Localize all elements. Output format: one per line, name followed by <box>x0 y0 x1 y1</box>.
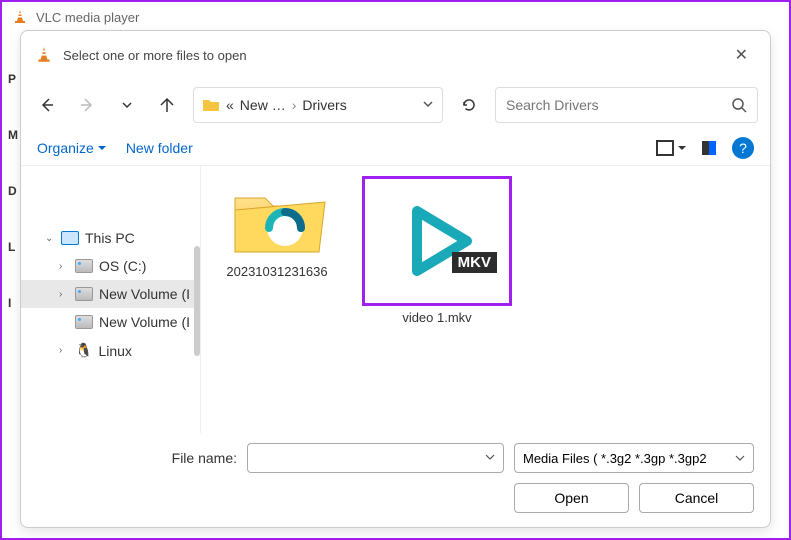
folder-icon <box>202 97 220 113</box>
preview-pane-button[interactable] <box>702 141 716 155</box>
tree-label: New Volume (I <box>99 314 190 330</box>
open-file-dialog: Select one or more files to open ✕ « New… <box>20 30 771 528</box>
chevron-down-icon[interactable] <box>422 97 434 113</box>
chevron-down-icon[interactable] <box>485 449 495 467</box>
breadcrumb-path[interactable]: « New … › Drivers <box>193 87 443 123</box>
tree-label: Linux <box>98 343 131 359</box>
file-item-video-selected[interactable]: MKV video 1.mkv <box>357 176 517 325</box>
tree-item-new-volume-1[interactable]: › New Volume (I <box>21 280 200 308</box>
refresh-button[interactable] <box>455 91 483 119</box>
file-list: 20231031231636 MKV video 1.mkv <box>201 166 770 433</box>
up-button[interactable] <box>153 91 181 119</box>
chevron-right-icon[interactable]: › <box>59 345 69 356</box>
vlc-cone-icon <box>35 46 53 64</box>
drive-icon <box>75 287 93 301</box>
search-icon <box>731 97 747 113</box>
forward-button[interactable] <box>73 91 101 119</box>
chevron-down-icon[interactable] <box>735 451 745 466</box>
tree-item-os-drive[interactable]: › OS (C:) <box>21 252 200 280</box>
tree-item-linux[interactable]: › Linux <box>21 336 200 365</box>
tree-item-this-pc[interactable]: ⌄ This PC <box>21 224 200 252</box>
back-button[interactable] <box>33 91 61 119</box>
new-folder-button[interactable]: New folder <box>126 140 193 156</box>
main-window-titlebar: VLC media player <box>2 2 789 32</box>
tree-item-new-volume-2[interactable]: › New Volume (I <box>21 308 200 336</box>
recent-dropdown-icon[interactable] <box>113 91 141 119</box>
drive-icon <box>75 259 93 273</box>
close-button[interactable]: ✕ <box>727 41 756 69</box>
chevron-right-icon[interactable]: › <box>59 289 69 300</box>
main-window-title: VLC media player <box>36 10 139 25</box>
video-thumbnail: MKV <box>362 176 512 306</box>
filter-text: Media Files ( *.3g2 *.3gp *.3gp2 <box>523 451 707 466</box>
tree-label: This PC <box>85 230 135 246</box>
tree-label: OS (C:) <box>99 258 146 274</box>
nav-bar: « New … › Drivers <box>21 79 770 131</box>
dialog-footer: File name: Media Files ( *.3g2 *.3gp *.3… <box>21 433 770 527</box>
pc-icon <box>61 231 79 245</box>
breadcrumb-segment[interactable]: New … <box>240 97 286 113</box>
toolbar: Organize New folder ? <box>21 131 770 165</box>
file-type-filter[interactable]: Media Files ( *.3g2 *.3gp *.3gp2 <box>514 443 754 473</box>
drive-icon <box>75 315 93 329</box>
search-box[interactable] <box>495 87 758 123</box>
file-name: video 1.mkv <box>357 310 517 325</box>
linux-icon <box>75 342 92 359</box>
file-name: 20231031231636 <box>217 264 337 279</box>
breadcrumb-segment[interactable]: Drivers <box>302 97 346 113</box>
dialog-title: Select one or more files to open <box>63 48 727 63</box>
background-app-edge: P M D L I <box>8 72 18 310</box>
breadcrumb-prefix: « <box>226 97 234 113</box>
filename-combo[interactable] <box>247 443 504 473</box>
folder-tree: ⌄ This PC › OS (C:) › New Volume (I › Ne… <box>21 166 201 433</box>
organize-menu[interactable]: Organize <box>37 140 106 156</box>
folder-icon <box>227 180 327 260</box>
filename-label: File name: <box>37 450 237 466</box>
help-button[interactable]: ? <box>732 137 754 159</box>
breadcrumb-separator: › <box>292 97 297 113</box>
search-input[interactable] <box>506 97 723 113</box>
format-badge: MKV <box>452 252 497 273</box>
view-mode-button[interactable] <box>656 140 686 156</box>
tree-label: New Volume (I <box>99 286 190 302</box>
open-button[interactable]: Open <box>514 483 629 513</box>
dialog-header: Select one or more files to open ✕ <box>21 31 770 79</box>
vlc-cone-icon <box>12 9 28 25</box>
cancel-button[interactable]: Cancel <box>639 483 754 513</box>
scrollbar[interactable] <box>194 246 200 356</box>
chevron-down-icon[interactable]: ⌄ <box>45 233 55 244</box>
file-item-folder[interactable]: 20231031231636 <box>217 176 337 279</box>
chevron-right-icon[interactable]: › <box>59 261 69 272</box>
